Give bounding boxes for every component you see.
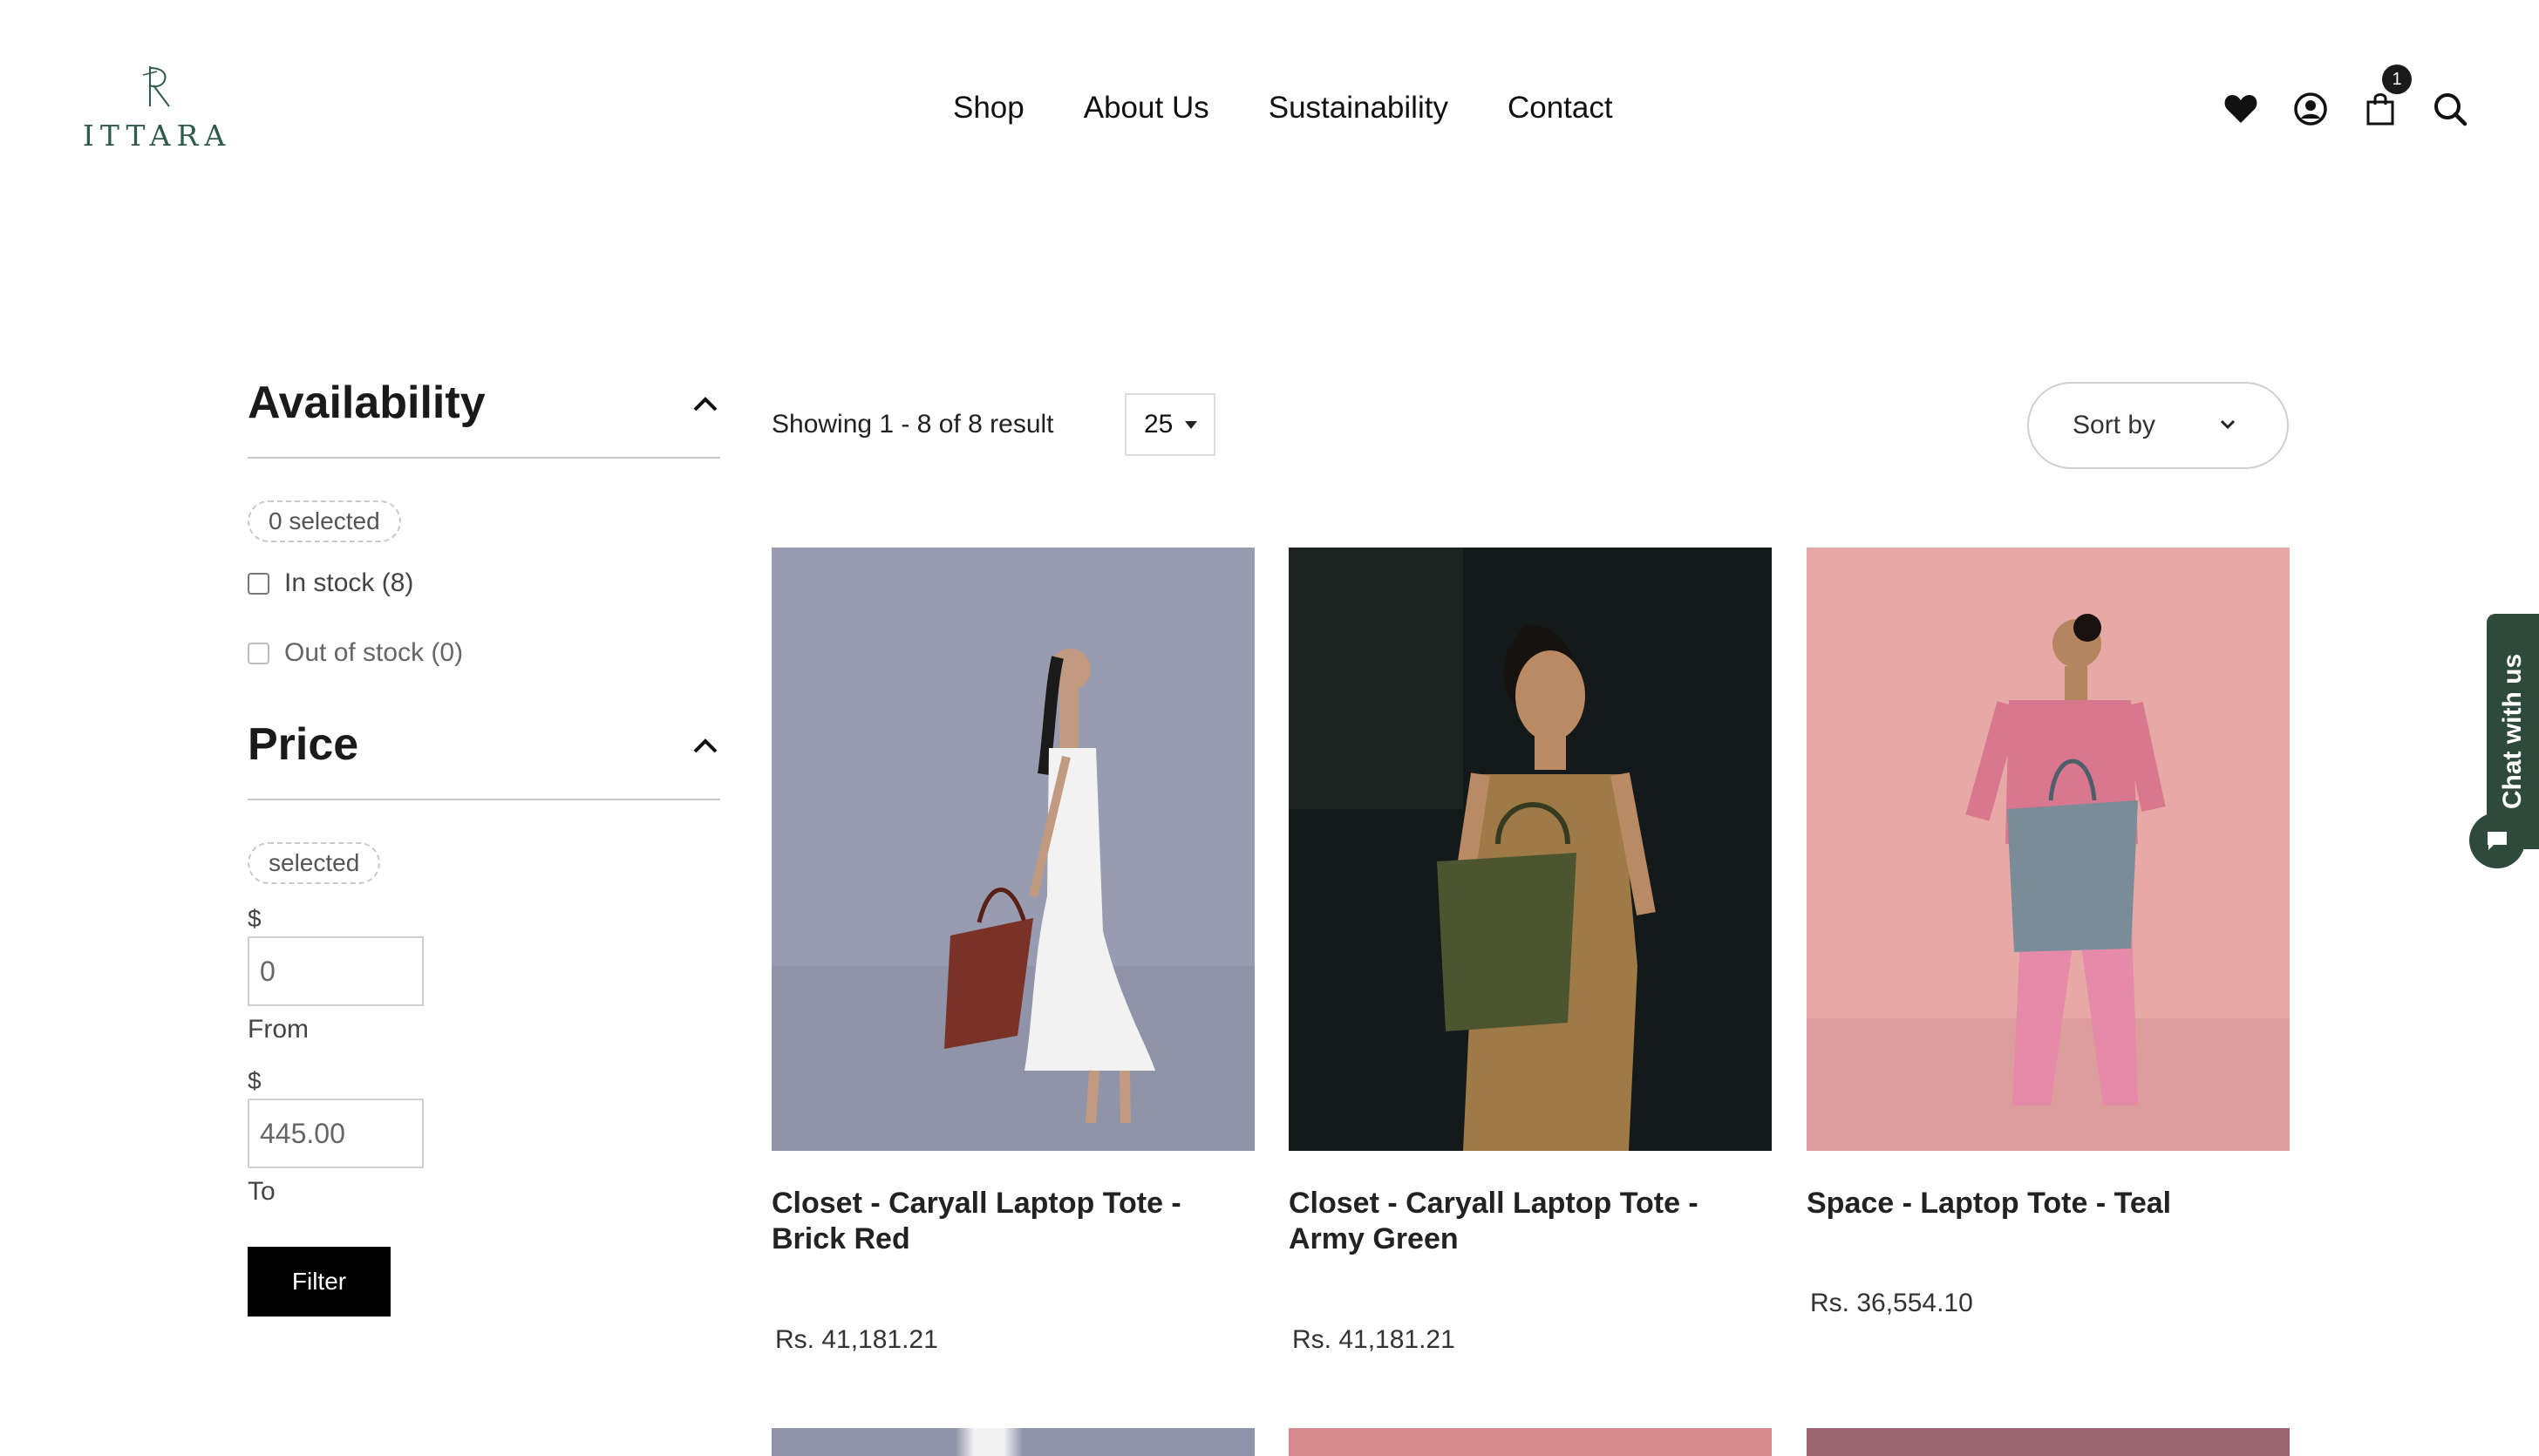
product-image[interactable]	[1807, 1428, 2290, 1456]
product-price: Rs. 36,554.10	[1810, 1289, 1973, 1317]
cart-count-badge: 1	[2382, 65, 2412, 94]
in-stock-label: In stock (8)	[284, 568, 414, 597]
price-from-currency: $	[248, 905, 262, 932]
header-icons: 1	[2222, 65, 2483, 136]
product-name[interactable]: Space - Laptop Tote - Teal	[1807, 1186, 2290, 1221]
chevron-up-icon	[693, 397, 718, 412]
price-from-label: From	[248, 1015, 309, 1044]
product-image[interactable]	[772, 548, 1255, 1151]
price-title: Price	[248, 719, 359, 770]
bag-shape	[2007, 800, 2138, 952]
shopping-bag-icon[interactable]: 1	[2361, 65, 2412, 131]
results-count: Showing 1 - 8 of 8 result	[772, 410, 1054, 439]
chevron-down-icon	[2220, 419, 2236, 430]
sort-by-label: Sort by	[2073, 411, 2156, 439]
nav-shop[interactable]: Shop	[953, 91, 1024, 126]
ittara-monogram-icon	[142, 66, 170, 107]
availability-title: Availability	[248, 378, 486, 428]
brand-name: ITTARA	[82, 119, 232, 153]
product-image[interactable]	[1807, 548, 2290, 1151]
per-page-value: 25	[1144, 410, 1174, 439]
nav-contact[interactable]: Contact	[1508, 91, 1613, 126]
availability-selected-badge: 0 selected	[248, 500, 401, 542]
bag-shape	[1437, 853, 1576, 1031]
brand-logo[interactable]: ITTARA	[83, 63, 227, 153]
filter-button[interactable]: Filter	[248, 1247, 391, 1317]
out-of-stock-checkbox[interactable]	[248, 642, 269, 664]
product-card: Closet - Caryall Laptop Tote - Army Gree…	[1289, 548, 1772, 1354]
product-card: Space - Laptop Tote - Teal Rs. 36,554.10	[1807, 548, 2290, 1317]
main-nav: Shop About Us Sustainability Contact	[953, 91, 1613, 126]
product-image[interactable]	[772, 1428, 1255, 1456]
product-price: Rs. 41,181.21	[775, 1325, 938, 1354]
heart-icon[interactable]	[2222, 87, 2260, 131]
price-to-input[interactable]	[248, 1099, 424, 1168]
product-name[interactable]: Closet - Caryall Laptop Tote - Brick Red	[772, 1186, 1255, 1257]
chevron-up-icon	[693, 738, 718, 753]
product-image[interactable]	[1289, 1428, 1772, 1456]
filter-sidebar: Availability 0 selected In stock (8) Out…	[248, 366, 720, 1317]
site-header: ITTARA Shop About Us Sustainability Cont…	[0, 0, 2539, 209]
caret-down-icon	[1185, 420, 1198, 429]
price-filter-header[interactable]: Price	[248, 708, 720, 800]
product-image[interactable]	[1289, 548, 1772, 1151]
price-to-label: To	[248, 1177, 276, 1206]
price-from-input[interactable]	[248, 936, 424, 1006]
nav-about-us[interactable]: About Us	[1084, 91, 1209, 126]
availability-filter-header[interactable]: Availability	[248, 366, 720, 459]
product-name[interactable]: Closet - Caryall Laptop Tote - Army Gree…	[1289, 1186, 1772, 1257]
in-stock-checkbox[interactable]	[248, 572, 269, 595]
product-price: Rs. 41,181.21	[1292, 1325, 1455, 1354]
price-selected-badge: selected	[248, 842, 381, 884]
chat-tab-label: Chat with us	[2498, 653, 2527, 810]
chat-bubble-icon[interactable]	[2469, 813, 2525, 868]
user-circle-icon[interactable]	[2291, 87, 2330, 131]
nav-sustainability[interactable]: Sustainability	[1269, 91, 1448, 126]
product-card: Closet - Caryall Laptop Tote - Brick Red…	[772, 548, 1255, 1354]
per-page-select[interactable]: 25	[1125, 393, 1215, 456]
out-of-stock-option[interactable]: Out of stock (0)	[248, 631, 720, 675]
in-stock-option[interactable]: In stock (8)	[248, 561, 720, 605]
out-of-stock-label: Out of stock (0)	[284, 638, 464, 667]
price-to-currency: $	[248, 1067, 262, 1094]
search-icon[interactable]	[2431, 87, 2469, 131]
sort-by-select[interactable]: Sort by	[2027, 382, 2289, 469]
